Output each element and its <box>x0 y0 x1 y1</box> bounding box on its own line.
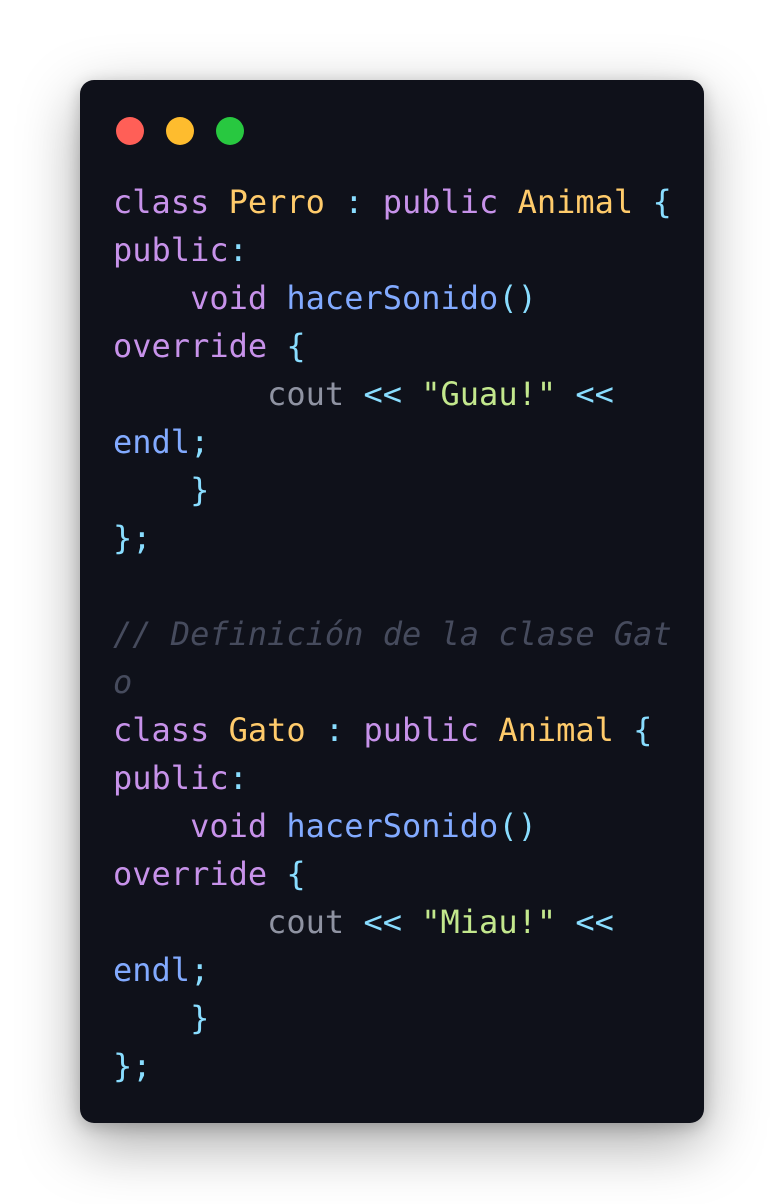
code-token: public <box>113 231 229 269</box>
code-line: endl; <box>113 418 673 466</box>
code-line: override { <box>113 850 673 898</box>
code-line: void hacerSonido() <box>113 802 673 850</box>
code-line: class Gato : public Animal { <box>113 706 673 754</box>
code-token: }; <box>113 1047 152 1085</box>
code-token: ; <box>190 423 210 461</box>
maximize-dot-icon[interactable] <box>216 117 244 145</box>
code-token: override <box>113 855 268 893</box>
code-line: public: <box>113 754 673 802</box>
code-token: << <box>575 375 614 413</box>
code-line: cout << "Guau!" << <box>113 370 673 418</box>
code-token: : <box>324 711 345 749</box>
code-block: class Perro : public Animal {public: voi… <box>113 178 673 1090</box>
code-token: << <box>363 903 402 941</box>
code-token: public <box>113 759 229 797</box>
code-line: }; <box>113 514 673 562</box>
code-token: { <box>652 183 672 221</box>
code-line: cout << "Miau!" << <box>113 898 673 946</box>
code-token: override <box>113 327 268 365</box>
code-line: void hacerSonido() <box>113 274 673 322</box>
code-token: "Guau!" <box>421 375 557 413</box>
code-token: } <box>190 471 210 509</box>
code-token: Gato <box>228 711 306 749</box>
code-token: () <box>498 279 537 317</box>
code-token: Perro <box>228 183 325 221</box>
code-token: endl <box>113 423 191 461</box>
code-line: } <box>113 994 673 1042</box>
code-token: cout <box>267 375 345 413</box>
code-token: : <box>344 183 364 221</box>
code-token: { <box>633 711 653 749</box>
close-dot-icon[interactable] <box>116 117 144 145</box>
code-token: ; <box>190 951 210 989</box>
code-token: void <box>190 807 268 845</box>
code-line: o <box>113 658 673 706</box>
code-token: : <box>228 759 248 797</box>
code-token: class <box>113 183 210 221</box>
code-token: { <box>286 855 306 893</box>
code-token: () <box>498 807 537 845</box>
code-token: public <box>382 183 499 221</box>
code-token: : <box>228 231 248 269</box>
code-line: // Definición de la clase Gat <box>113 610 673 658</box>
code-line: public: <box>113 226 673 274</box>
code-token: hacerSonido <box>286 279 499 317</box>
code-window: class Perro : public Animal {public: voi… <box>80 80 704 1123</box>
minimize-dot-icon[interactable] <box>166 117 194 145</box>
code-token: o <box>113 663 133 701</box>
code-line: endl; <box>113 946 673 994</box>
code-line: override { <box>113 322 673 370</box>
code-token: { <box>286 327 306 365</box>
code-token: << <box>363 375 402 413</box>
code-token: << <box>575 903 614 941</box>
code-line: class Perro : public Animal { <box>113 178 673 226</box>
code-token: // Definición de la clase Gat <box>113 615 672 653</box>
code-line: }; <box>113 1042 673 1090</box>
code-token: cout <box>267 903 345 941</box>
code-token: void <box>190 279 268 317</box>
code-token: endl <box>113 951 191 989</box>
code-token: "Miau!" <box>421 903 557 941</box>
code-token: Animal <box>498 711 614 749</box>
code-token: hacerSonido <box>286 807 499 845</box>
code-line: } <box>113 466 673 514</box>
code-token: public <box>363 711 480 749</box>
code-token: class <box>113 711 210 749</box>
code-token: }; <box>113 519 152 557</box>
code-token: Animal <box>517 183 634 221</box>
code-token: } <box>190 999 210 1037</box>
